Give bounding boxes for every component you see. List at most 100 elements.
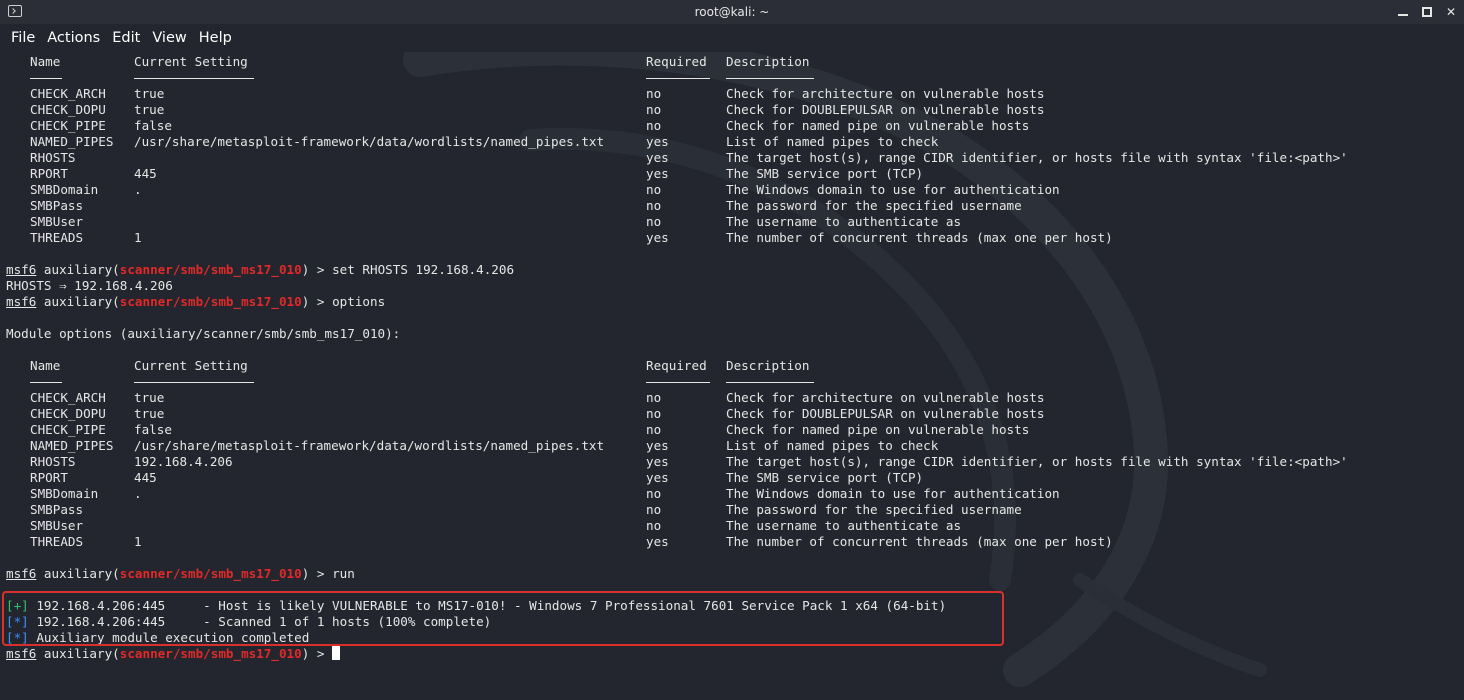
option-required: yes [646,134,669,149]
prompt-module: scanner/smb/smb_ms17_010 [119,566,302,581]
header-underline [30,382,62,383]
table1-row: SMBPass no The password for the specified … [6,198,1458,214]
option-description: Check for named pipe on vulnerable hosts [726,422,1030,437]
option-description: The username to authenticate as [726,518,962,533]
option-description: The number of concurrent threads (max on… [726,230,1113,245]
prompt-suffix: ) > [301,294,333,309]
option-description: The password for the specified username [726,502,1022,517]
table2-row: RPORT 445 yes The SMB service port (TCP) [6,470,1458,486]
prompt-module: scanner/smb/smb_ms17_010 [119,294,302,309]
menu-help[interactable]: Help [193,30,238,46]
option-name: CHECK_ARCH [30,390,106,405]
option-name: CHECK_PIPE [30,422,106,437]
option-name: RPORT [30,166,68,181]
blank [6,310,1458,326]
option-name: RPORT [30,470,68,485]
maximize-icon[interactable] [1422,7,1432,17]
prompt-suffix: ) > [301,566,333,581]
option-name: CHECK_ARCH [30,86,106,101]
table2-row: SMBPass no The password for the specified … [6,502,1458,518]
table2-row: CHECK_PIPE false no Check for named pipe on… [6,422,1458,438]
set-result: RHOSTS ⇒ 192.168.4.206 [6,278,1458,294]
option-setting: 192.168.4.206 [134,454,233,469]
option-required: yes [646,438,669,453]
option-description: Check for architecture on vulnerable hos… [726,390,1045,405]
close-icon[interactable]: ✕ [1446,6,1456,18]
prompt-msf: msf6 [6,262,37,277]
option-setting: 445 [134,166,157,181]
table1-row: RPORT 445 yes The SMB service port (TCP) [6,166,1458,182]
table1-header: Name Current Setting Required Description [6,54,1458,70]
result-highlight-box [2,591,1004,646]
terminal-output[interactable]: Name Current Setting Required Description CH… [6,54,1458,662]
option-setting: 1 [134,534,142,549]
minimize-icon[interactable] [1398,8,1408,16]
table1-row: RHOSTS yes The target host(s), range CIDR … [6,150,1458,166]
option-description: Check for DOUBLEPULSAR on vulnerable hos… [726,102,1045,117]
option-description: The password for the specified username [726,198,1022,213]
option-required: yes [646,534,669,549]
prompt-line: msf6 auxiliary(scanner/smb/smb_ms17_010)… [6,262,1458,278]
option-description: List of named pipes to check [726,134,939,149]
table2-row: RHOSTS 192.168.4.206 yes The target host(s)… [6,454,1458,470]
option-setting: true [134,406,165,421]
option-description: The SMB service port (TCP) [726,470,924,485]
option-setting: /usr/share/metasploit-framework/data/wor… [134,134,605,149]
option-name: SMBUser [30,214,84,229]
menu-file[interactable]: File [0,30,41,46]
text-cursor[interactable] [332,646,341,660]
col-header-required: Required [646,358,707,373]
menu-view[interactable]: View [146,30,192,46]
table2-row: CHECK_DOPU true no Check for DOUBLEPULSAR o… [6,406,1458,422]
command-text: set RHOSTS 192.168.4.206 [332,262,515,277]
col-header-description: Description [726,54,810,69]
option-required: no [646,198,662,213]
option-required: no [646,102,662,117]
option-description: Check for architecture on vulnerable hos… [726,86,1045,101]
title-bar: root@kali: ~ ✕ [0,0,1464,24]
col-header-name: Name [30,358,61,373]
prompt-module: scanner/smb/smb_ms17_010 [119,646,302,661]
option-required: no [646,518,662,533]
option-setting: true [134,390,165,405]
option-description: The Windows domain to use for authentica… [726,182,1060,197]
option-setting: . [134,182,142,197]
option-name: SMBDomain [30,182,99,197]
window-title: root@kali: ~ [694,5,770,19]
option-name: RHOSTS [30,150,76,165]
table2-row: THREADS 1 yes The number of concurrent thre… [6,534,1458,550]
col-header-required: Required [646,54,707,69]
option-name: RHOSTS [30,454,76,469]
option-description: The SMB service port (TCP) [726,166,924,181]
menu-edit[interactable]: Edit [106,30,146,46]
option-name: THREADS [30,230,84,245]
header-underline [726,382,814,383]
table2-row: CHECK_ARCH true no Check for architecture o… [6,390,1458,406]
option-required: no [646,118,662,133]
blank [6,550,1458,566]
table2-row: SMBUser no The username to authenticate as [6,518,1458,534]
option-setting: /usr/share/metasploit-framework/data/wor… [134,438,605,453]
col-header-name: Name [30,54,61,69]
option-description: Check for named pipe on vulnerable hosts [726,118,1030,133]
header-underline [726,78,814,79]
table2-underline [6,374,1458,390]
blank [6,342,1458,358]
option-name: CHECK_DOPU [30,102,106,117]
option-required: no [646,486,662,501]
table1-row: SMBDomain. no The Windows domain to use fo… [6,182,1458,198]
option-description: The Windows domain to use for authentica… [726,486,1060,501]
option-setting: 445 [134,470,157,485]
table1-row: THREADS 1 yes The number of concurrent thre… [6,230,1458,246]
option-required: no [646,86,662,101]
menu-actions[interactable]: Actions [41,30,106,46]
option-required: no [646,406,662,421]
table1-row: CHECK_DOPU true no Check for DOUBLEPULSAR o… [6,102,1458,118]
table1-row: CHECK_PIPE false no Check for named pipe on… [6,118,1458,134]
prompt-prefix: auxiliary( [36,294,120,309]
option-name: SMBDomain [30,486,99,501]
prompt-msf: msf6 [6,646,37,661]
command-text: run [332,566,355,581]
option-setting: . [134,486,142,501]
option-required: no [646,422,662,437]
